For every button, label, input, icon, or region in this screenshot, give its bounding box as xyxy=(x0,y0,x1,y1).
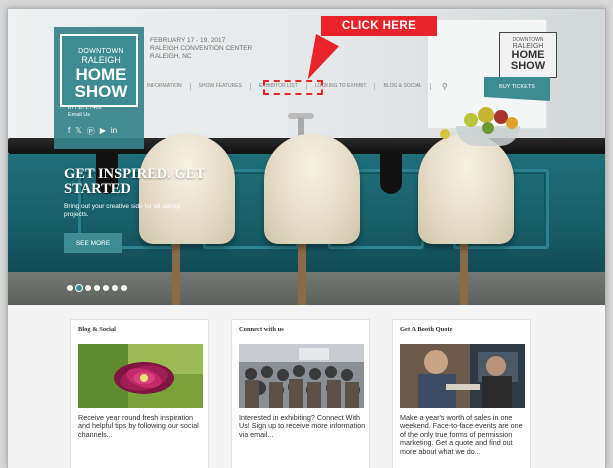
see-more-button[interactable]: SEE MORE xyxy=(64,233,122,253)
buy-tickets-button[interactable]: BUY TICKETS xyxy=(484,77,550,101)
twitter-icon[interactable]: 𝕏 xyxy=(75,126,81,137)
logo-line-3: HOME xyxy=(75,65,127,84)
facebook-icon[interactable]: f xyxy=(68,126,70,137)
slider-dot[interactable] xyxy=(94,285,100,291)
card-booth-quote[interactable]: Get A Booth Quote Make a year's worth of… xyxy=(392,319,531,468)
slider-dots xyxy=(67,285,127,291)
slider-dot[interactable] xyxy=(112,285,118,291)
slider-dot[interactable] xyxy=(103,285,109,291)
bar-stool xyxy=(264,134,360,244)
slider-dot[interactable] xyxy=(121,285,127,291)
secondary-logo: DOWNTOWN RALEIGH HOME SHOW xyxy=(499,32,557,78)
flower-image xyxy=(78,344,203,408)
card-blog-social[interactable]: Blog & Social Receive year round fresh i… xyxy=(70,319,209,468)
hero-title: GET INSPIRED. GET STARTED xyxy=(64,166,205,197)
highlight-box xyxy=(263,80,323,95)
phone-number[interactable]: 877.871.7469 xyxy=(68,105,102,112)
youtube-icon[interactable]: ▶ xyxy=(100,126,106,137)
linkedin-icon[interactable]: in xyxy=(111,126,117,137)
social-links: f 𝕏 Ⓟ ▶ in xyxy=(68,126,117,137)
card-connect-with-us[interactable]: Connect with us Interested in exhibiting… xyxy=(231,319,370,468)
event-dates: FEBRUARY 17 - 19, 2017 xyxy=(150,37,226,44)
bar-stool xyxy=(418,134,514,244)
browser-page: DOWNTOWN RALEIGH HOME SHOW 877.871.7469 … xyxy=(7,8,606,468)
nav-item-information[interactable]: INFORMATION xyxy=(144,81,185,91)
card-text: Interested in exhibiting? Connect With U… xyxy=(239,413,366,439)
event-venue: RALEIGH CONVENTION CENTER xyxy=(150,45,253,52)
logo-line-4: SHOW xyxy=(74,82,128,101)
slider-dot[interactable] xyxy=(67,285,73,291)
logo-line-1: DOWNTOWN xyxy=(78,48,124,55)
pinterest-icon[interactable]: Ⓟ xyxy=(87,126,95,137)
card-text: Receive year round fresh inspiration and… xyxy=(78,413,199,439)
event-info: FEBRUARY 17 - 19, 2017 RALEIGH CONVENTIO… xyxy=(150,37,252,61)
event-city: RALEIGH, NC xyxy=(150,53,192,60)
nav-item-blog-social[interactable]: BLOG & SOCIAL xyxy=(380,81,424,91)
card-title: Blog & Social xyxy=(78,326,116,333)
logo-line-2: RALEIGH xyxy=(81,55,121,65)
search-icon[interactable]: ⚲ xyxy=(436,82,454,91)
click-here-callout: CLICK HERE xyxy=(321,16,437,36)
nav-item-show-features[interactable]: SHOW FEATURES xyxy=(196,81,245,91)
contact-info: 877.871.7469 Email Us xyxy=(68,105,102,119)
slider-dot-active[interactable] xyxy=(76,285,82,291)
card-title: Connect with us xyxy=(239,326,284,333)
booth-image xyxy=(400,344,525,408)
card-text: Make a year's worth of sales in one week… xyxy=(400,413,523,456)
hero-text: Bring out your creative side for all spr… xyxy=(64,203,180,218)
crowd-image xyxy=(239,344,364,408)
slider-dot[interactable] xyxy=(85,285,91,291)
email-link[interactable]: Email Us xyxy=(68,112,102,119)
site-logo[interactable]: DOWNTOWN RALEIGH HOME SHOW xyxy=(60,34,138,107)
card-title: Get A Booth Quote xyxy=(400,326,453,333)
